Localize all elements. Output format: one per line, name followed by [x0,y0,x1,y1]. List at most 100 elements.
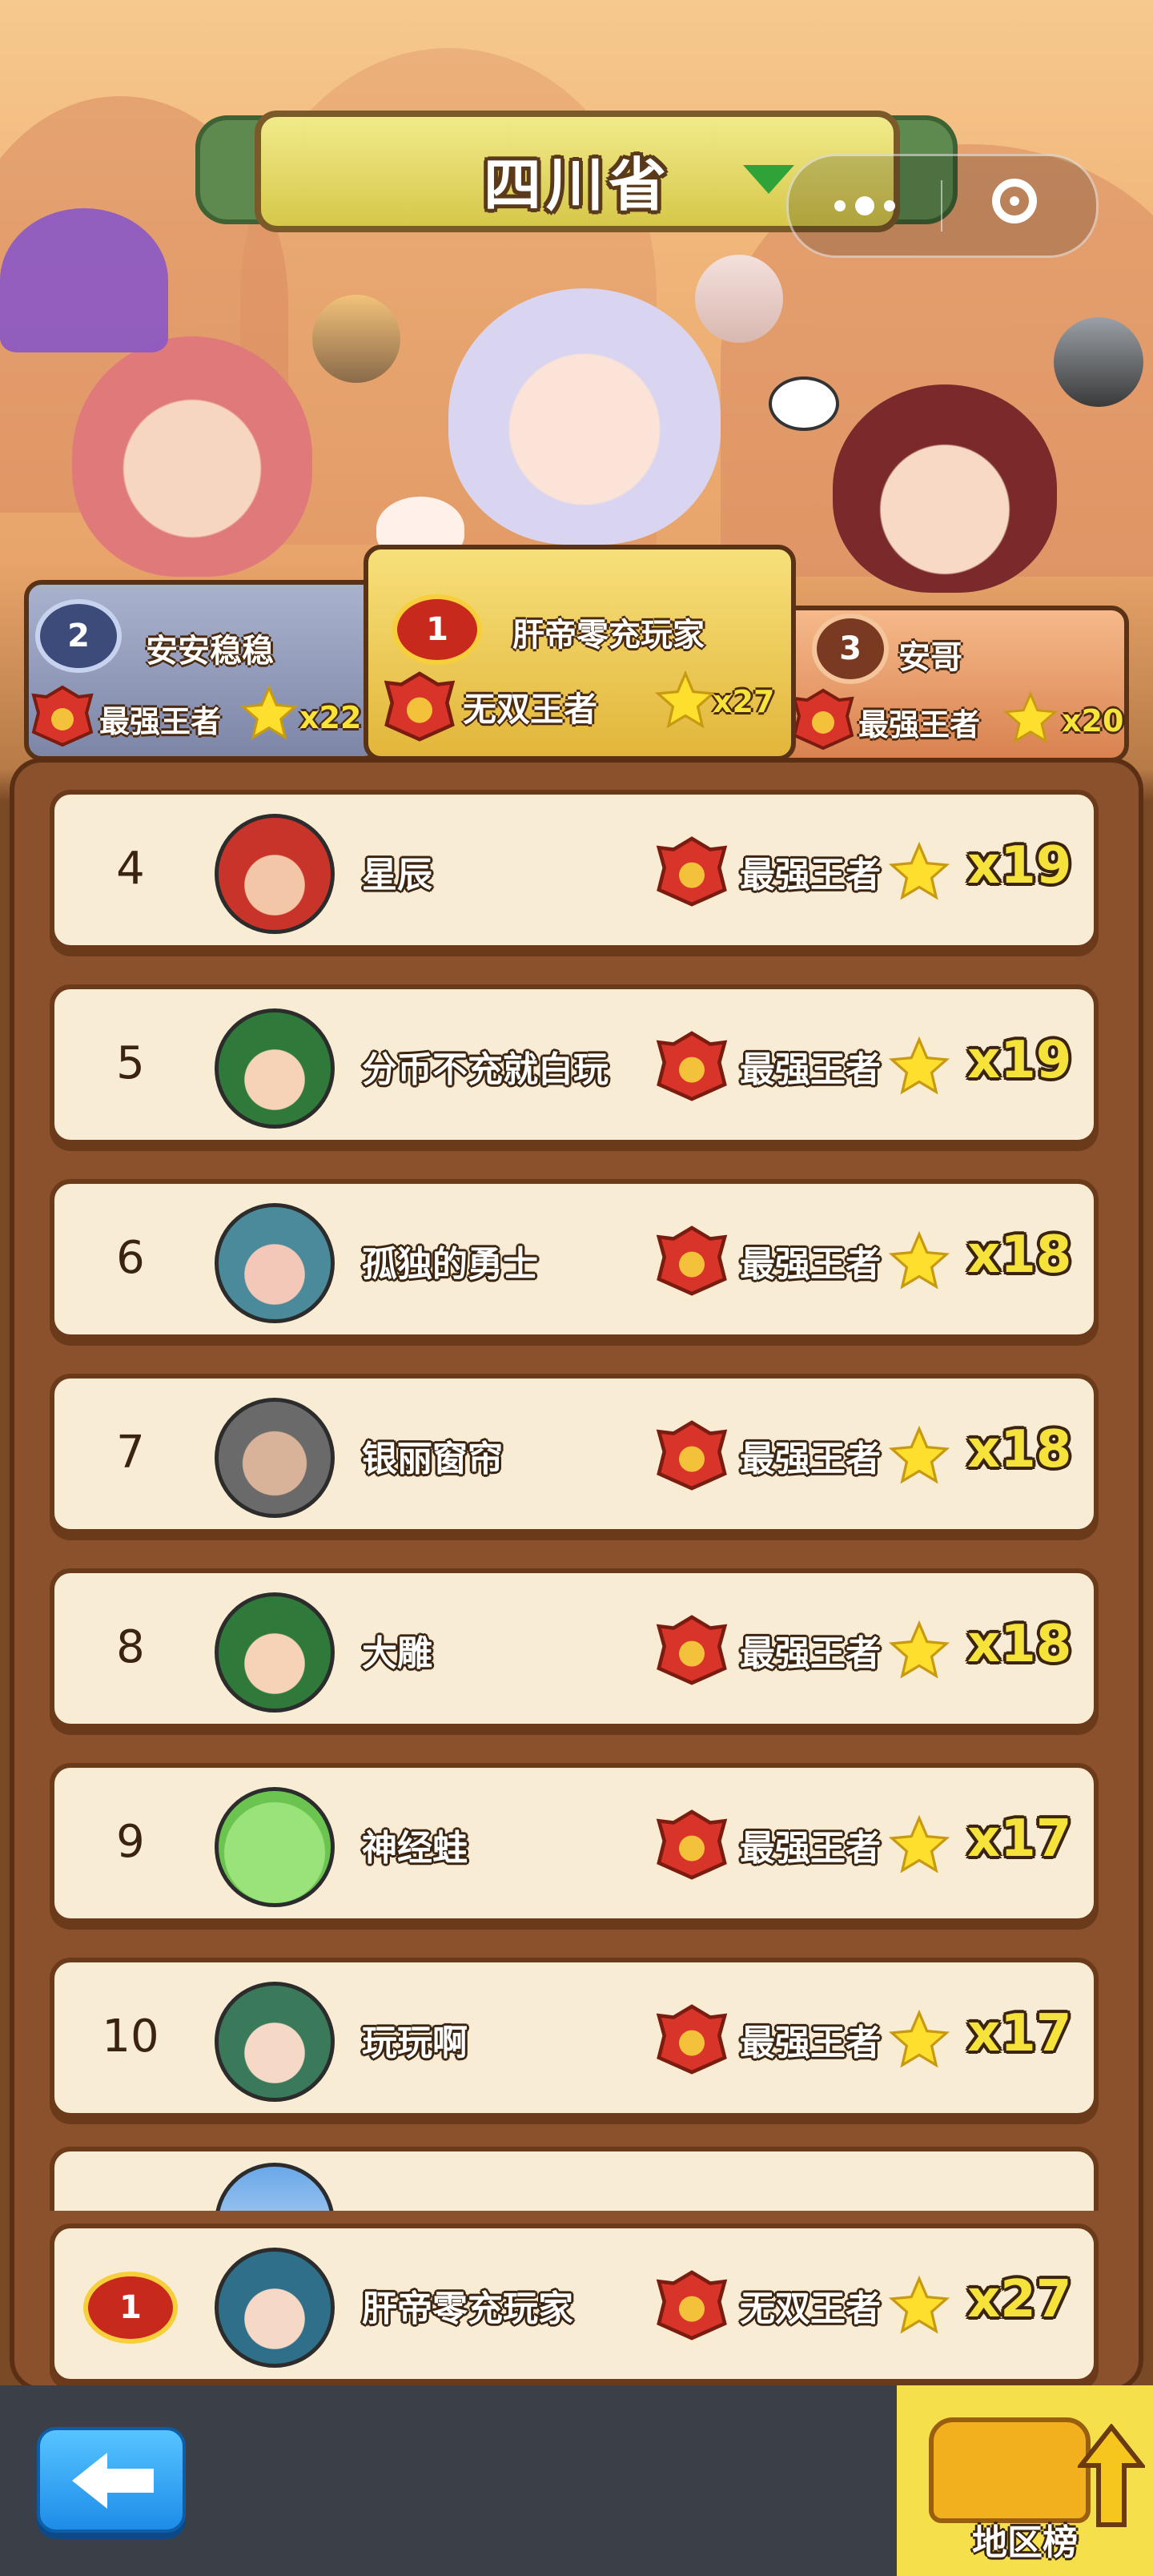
table-row[interactable] [50,2147,1099,2211]
rank-badge-gold: 1 [83,2272,178,2344]
podium-name: 安安稳稳 [146,633,274,670]
avatar[interactable] [215,814,335,934]
avatar[interactable] [215,1203,335,1323]
star-count: x18 [967,1615,1072,1674]
podium-first[interactable]: 1 肝帝零充玩家 无双王者 x27 [364,545,796,761]
podium-rank-title: 无双王者 [463,690,598,729]
arrow-left-icon [72,2453,154,2509]
avatar[interactable] [215,1982,335,2102]
table-row[interactable]: 5 分币不充就白玩 最强王者 x19 [50,984,1099,1145]
rank-number: 6 [116,1232,145,1284]
rank-emblem-icon [656,2004,728,2075]
rank-emblem-icon [656,1031,728,1101]
star-icon [888,2009,950,2068]
podium-name: 安哥 [898,639,962,676]
rank-title: 最强王者 [740,1439,881,1479]
avatar[interactable] [215,1787,335,1907]
rank-number: 4 [116,843,145,895]
rank-number: 7 [116,1427,145,1479]
dropdown-arrow-icon[interactable] [743,165,794,194]
rank-emblem-icon [656,836,728,907]
player-name: 分币不充就白玩 [362,1049,609,1090]
treasure-chest-icon [929,2417,1091,2523]
star-count: x18 [967,1226,1072,1285]
player-photo[interactable] [312,295,400,383]
player-name: 大雕 [362,1633,432,1674]
rank-title: 最强王者 [740,1049,881,1090]
star-count: x18 [967,1420,1072,1479]
table-row[interactable]: 8 大雕 最强王者 x18 [50,1568,1099,1729]
podium-name: 肝帝零充玩家 [512,617,705,654]
podium-second[interactable]: 2 安安稳稳 最强王者 x22 [24,580,381,761]
panda-decoration [769,376,839,431]
back-button[interactable] [37,2427,186,2533]
star-icon [888,841,950,900]
rank-emblem-icon [31,685,94,747]
rank-number: 10 [102,2010,159,2063]
star-icon [888,2275,950,2334]
table-row[interactable]: 6 孤独的勇士 最强王者 x18 [50,1179,1099,1339]
table-row[interactable]: 4 星辰 最强王者 x19 [50,790,1099,950]
avatar[interactable] [215,1592,335,1713]
podium-star-count: x22 [299,700,362,735]
rank-emblem-icon [384,671,456,742]
star-icon [1002,690,1059,744]
my-entry-row[interactable]: 1 肝帝零充玩家 无双王者 x27 [50,2224,1099,2384]
rank-title: 最强王者 [740,1244,881,1285]
star-icon [888,1230,950,1290]
hero-character-first [448,288,721,545]
rank-emblem-icon [656,1809,728,1880]
avatar[interactable] [215,2163,335,2211]
arrow-up-icon [1078,2424,1145,2527]
star-count: x19 [967,836,1072,896]
player-name: 孤独的勇士 [362,1244,538,1285]
star-count: x19 [967,1031,1072,1090]
rank-number: 8 [116,1621,145,1673]
region-leaderboard-label: 地区榜 [972,2522,1078,2563]
rank-emblem-icon [656,2270,728,2341]
star-count: x17 [967,1809,1072,1869]
star-icon [888,1620,950,1679]
player-name: 银丽窗帘 [362,1439,503,1479]
rank-title: 无双王者 [740,2288,881,2329]
table-row[interactable]: 7 银丽窗帘 最强王者 x18 [50,1374,1099,1534]
more-menu-icon[interactable] [821,190,909,222]
player-name: 神经蛙 [362,1828,468,1869]
region-leaderboard-button[interactable]: 地区榜 [897,2385,1153,2576]
star-count: x17 [967,2004,1072,2063]
table-row[interactable]: 10 玩玩啊 最强王者 x17 [50,1958,1099,2118]
avatar[interactable] [215,1398,335,1518]
rank-emblem-icon [656,1226,728,1296]
rank-badge-gold: 1 [392,594,482,665]
rank-number: 9 [116,1816,145,1868]
umbrella-decoration [0,208,168,352]
rank-title: 最强王者 [740,2023,881,2063]
rank-badge-bronze: 3 [812,614,889,684]
rank-badge-silver: 2 [35,599,122,673]
avatar[interactable] [215,2248,335,2368]
star-icon [239,684,299,740]
avatar[interactable] [215,1008,335,1129]
star-count: x27 [967,2270,1072,2329]
player-photo[interactable] [695,255,783,343]
rank-emblem-icon [792,688,854,751]
player-name: 玩玩啊 [362,2023,468,2063]
podium-rank-title: 最强王者 [99,704,222,739]
rank-title: 最强王者 [740,855,881,896]
hero-character-second [72,336,312,577]
player-name: 肝帝零充玩家 [362,2288,573,2329]
table-row[interactable]: 9 神经蛙 最强王者 x17 [50,1763,1099,1923]
podium-third[interactable]: 3 安哥 最强王者 x20 [765,606,1129,763]
star-icon [888,1036,950,1095]
player-name: 星辰 [362,855,432,896]
hero-character-third [833,384,1057,593]
rank-title: 最强王者 [740,1828,881,1869]
list-scroll-peek [50,2147,1099,2211]
podium-star-count: x20 [1062,703,1124,739]
miniprogram-capsule [786,154,1099,258]
player-photo[interactable] [1054,317,1143,407]
rank-title: 最强王者 [740,1633,881,1674]
rank-emblem-icon [656,1615,728,1685]
star-icon [888,1814,950,1874]
close-target-icon[interactable] [992,179,1037,223]
